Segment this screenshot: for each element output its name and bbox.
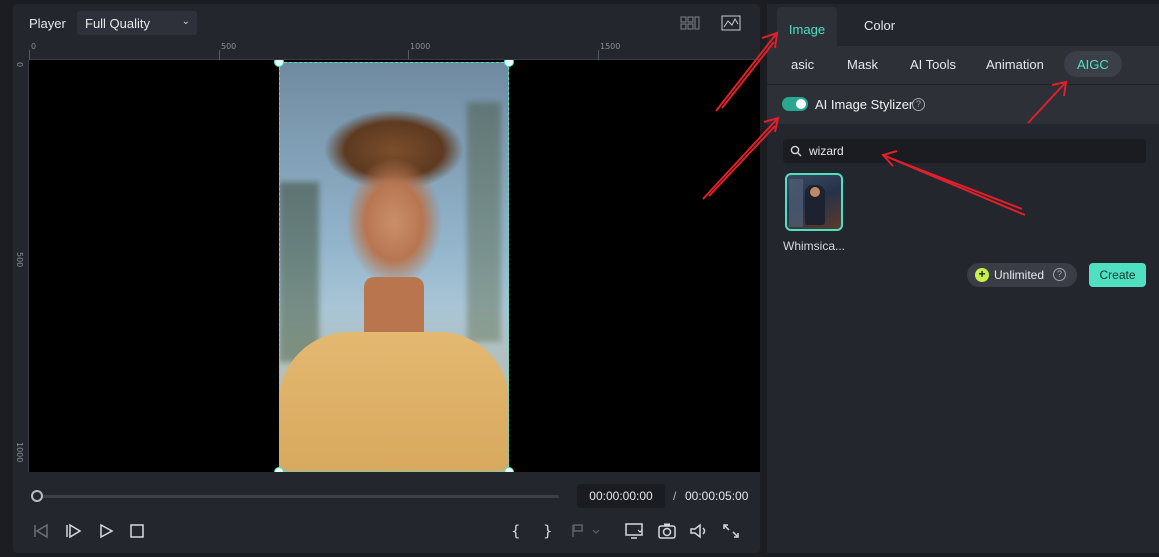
ruler-label: 500 [221,42,237,51]
ai-image-stylizer-section: AI Image Stylizer ? [767,84,1159,124]
playhead-knob[interactable] [31,490,43,502]
app-window: Player Full Quality ⌄ 0 500 1000 1500 0 … [0,0,1159,557]
player-toolbar: Player Full Quality ⌄ [13,4,760,42]
fullscreen-icon[interactable] [721,522,741,540]
properties-panel: Image Color asic Mask AI Tools Animation… [767,4,1159,553]
subtab-ai-tools[interactable]: AI Tools [910,57,956,72]
image-scope-icon[interactable] [721,15,741,31]
quality-value: Full Quality [85,16,151,31]
search-input[interactable]: wizard [783,139,1146,163]
search-value: wizard [809,144,844,158]
subtab-mask[interactable]: Mask [847,57,878,72]
ruler-label: 0 [31,42,37,51]
subtab-aigc[interactable]: AIGC [1064,51,1122,77]
selection-box[interactable] [279,62,509,472]
main-tabs: Image Color [767,4,1159,49]
svg-text:}: } [543,522,553,540]
marker-dropdown-icon[interactable] [569,522,603,540]
chevron-down-icon: ⌄ [181,16,190,27]
quality-dropdown[interactable]: Full Quality ⌄ [77,11,197,35]
tab-image[interactable]: Image [777,7,837,49]
stylizer-toggle[interactable] [782,97,808,111]
credits-badge: + Unlimited ? [967,263,1077,287]
player-title: Player [29,16,66,31]
ruler-vertical: 0 500 1000 [13,60,29,472]
volume-icon[interactable] [689,522,709,540]
help-icon[interactable]: ? [1053,268,1066,281]
help-icon[interactable]: ? [912,98,925,111]
ruler-tick [29,50,30,60]
credits-label: Unlimited [994,268,1045,282]
playback-scrubber[interactable] [29,490,559,502]
scrubber-track[interactable] [37,495,559,498]
display-settings-icon[interactable] [625,522,645,540]
snapshot-camera-icon[interactable] [657,522,677,540]
style-thumbnail-label: Whimsica... [783,239,846,253]
play-icon[interactable] [96,522,116,540]
ruler-horizontal: 0 500 1000 1500 [29,42,760,60]
svg-text:{: { [511,522,521,540]
player-panel: Player Full Quality ⌄ 0 500 1000 1500 0 … [13,4,760,553]
sub-tabs: asic Mask AI Tools Animation AIGC [767,46,1159,84]
thumbnail-building [789,179,803,227]
resize-handle[interactable] [274,467,284,472]
ruler-label: 1000 [410,42,431,51]
ruler-label: 1000 [15,442,24,463]
current-time[interactable]: 00:00:00:00 [577,484,665,508]
mark-in-icon[interactable]: { [505,522,525,540]
resize-handle[interactable] [504,467,514,472]
search-icon [790,145,802,157]
ruler-tick [598,50,599,60]
style-thumbnail[interactable] [785,173,843,231]
resize-handle[interactable] [504,60,514,67]
ruler-tick [219,50,220,60]
ruler-tick [408,50,409,60]
preview-canvas[interactable] [29,60,760,472]
subtab-animation[interactable]: Animation [986,57,1044,72]
section-title: AI Image Stylizer [815,97,914,112]
mark-out-icon[interactable]: } [537,522,557,540]
tab-color[interactable]: Color [864,18,895,33]
credit-plus-icon: + [975,268,989,282]
ruler-label: 0 [15,62,24,68]
create-button[interactable]: Create [1089,263,1146,287]
thumbnail-head [810,187,820,197]
previous-frame-icon[interactable] [31,522,51,540]
next-frame-icon[interactable] [63,522,83,540]
time-separator: / [673,489,677,503]
ruler-label: 1500 [600,42,621,51]
subtab-basic[interactable]: asic [791,57,814,72]
total-duration: 00:00:05:00 [685,489,749,503]
grid-view-icon[interactable] [680,15,700,31]
ruler-label: 500 [15,252,24,268]
stop-icon[interactable] [127,522,147,540]
